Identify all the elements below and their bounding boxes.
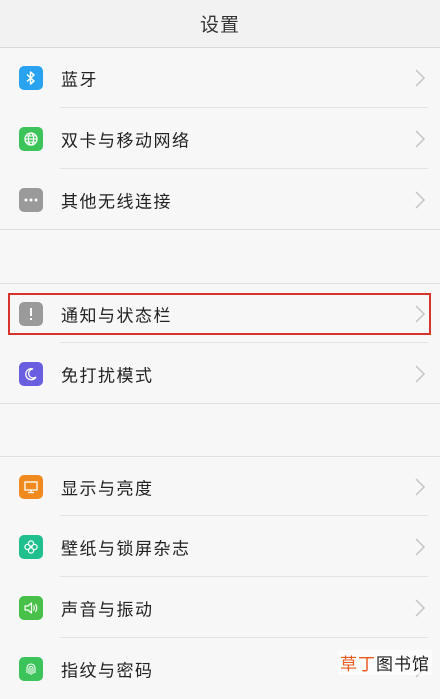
speaker-icon [19,596,43,620]
settings-item-display[interactable]: 显示与亮度 [0,456,440,516]
monitor-icon [19,474,43,499]
globe-icon [19,127,43,151]
flower-icon [19,535,43,559]
chevron-right-icon [415,365,426,383]
bluetooth-icon [19,66,43,90]
chevron-right-icon [415,477,426,496]
chevron-right-icon [415,538,426,556]
divider [0,229,440,230]
divider [0,403,440,404]
fingerprint-icon [19,657,43,681]
settings-item-label: 显示与亮度 [61,479,154,499]
settings-item-label: 声音与振动 [61,600,154,621]
chevron-right-icon [415,599,426,617]
divider [60,107,428,108]
page-title: 设置 [199,14,240,36]
settings-item-wallpaper[interactable]: 壁纸与锁屏杂志 [0,517,440,577]
settings-item-label: 壁纸与锁屏杂志 [61,539,191,560]
moon-icon [19,362,43,386]
settings-item-label: 蓝牙 [61,70,98,91]
settings-item-sound[interactable]: 声音与振动 [0,578,440,638]
settings-item-label: 双卡与移动网络 [61,131,191,152]
chevron-right-icon [415,130,426,148]
settings-item-label: 其他无线连接 [61,192,172,213]
chevron-right-icon [415,191,426,209]
settings-item-bluetooth[interactable]: 蓝牙 [0,48,440,108]
divider [60,342,428,343]
settings-item-label: 指纹与密码 [61,661,154,682]
settings-item-label: 免打扰模式 [61,366,154,387]
settings-item-other-wireless[interactable]: 其他无线连接 [0,170,440,230]
divider [60,576,428,577]
divider [60,168,428,169]
chevron-right-icon [415,69,426,87]
divider [60,637,428,638]
settings-item-dnd[interactable]: 免打扰模式 [0,344,440,404]
top-bar: 设置 [0,0,440,48]
divider [60,515,428,516]
watermark-accent: 草丁 [340,655,376,675]
settings-item-dual-sim[interactable]: 双卡与移动网络 [0,109,440,169]
more-dots-icon [19,188,43,212]
watermark-text: 图书馆 [376,655,430,675]
watermark: 草丁图书馆 [338,650,432,675]
highlight-box [8,293,431,335]
